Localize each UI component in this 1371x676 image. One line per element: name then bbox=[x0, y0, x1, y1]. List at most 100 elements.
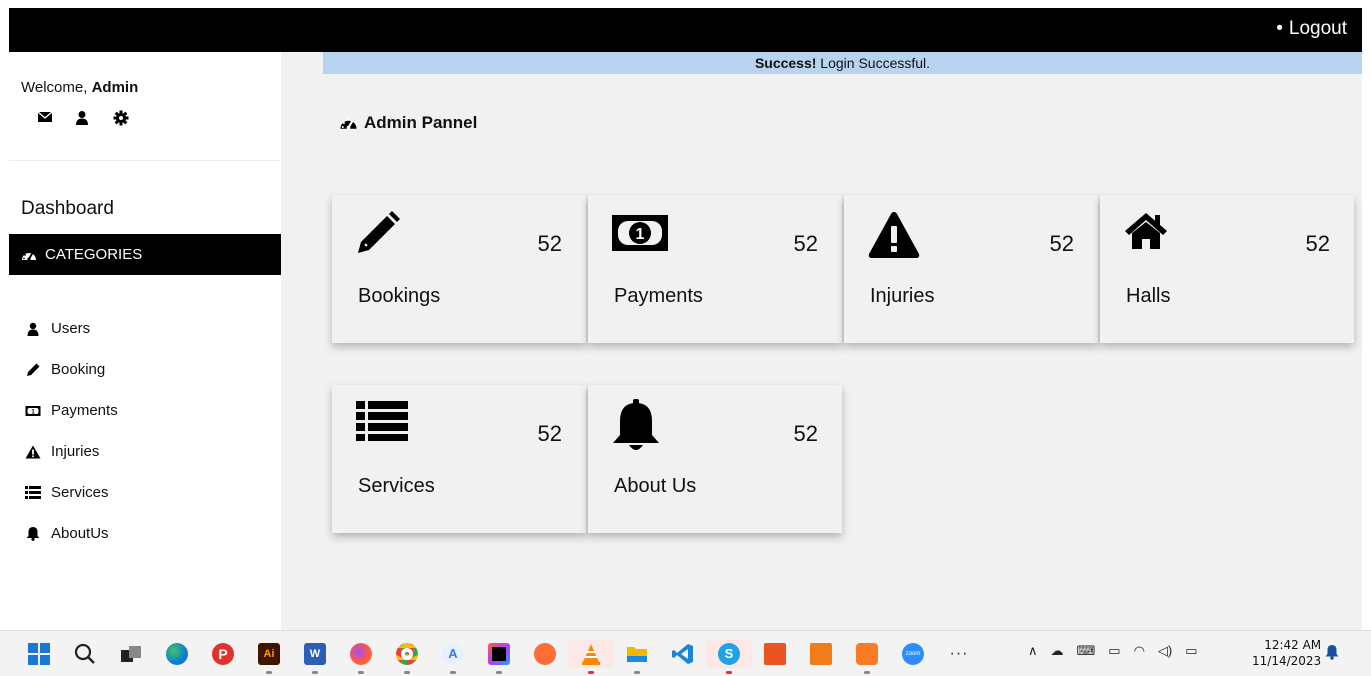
card-count: 52 bbox=[793, 421, 818, 446]
running-indicator bbox=[726, 671, 732, 674]
sidebar-item-payments[interactable]: 1 Payments bbox=[23, 390, 118, 431]
card-label: About Us bbox=[614, 475, 697, 497]
app-icon[interactable] bbox=[798, 640, 844, 668]
card-label: Payments bbox=[614, 285, 703, 307]
money-icon: 1 bbox=[612, 215, 672, 267]
bell-icon bbox=[23, 526, 43, 542]
sidebar-item-users[interactable]: Users bbox=[23, 308, 118, 349]
sidebar-item-label: AboutUs bbox=[51, 525, 109, 542]
envelope-icon[interactable] bbox=[37, 110, 75, 128]
windows-taskbar: P Ai W A S zoom ··· ∧ ☁ ⌨ ▭ ◠ ◁) ▭ 12:42… bbox=[0, 630, 1371, 676]
welcome-text: Welcome, Admin bbox=[21, 79, 138, 96]
clock[interactable]: 12:42 AM 11/14/2023 bbox=[1252, 637, 1321, 669]
keyboard-icon[interactable]: ⌨ bbox=[1077, 643, 1096, 659]
sidebar: Welcome, Admin Dashboard CATEGORIES User… bbox=[9, 52, 281, 630]
card-about-us[interactable]: 52 About Us bbox=[588, 385, 842, 533]
card-label: Services bbox=[358, 475, 435, 497]
running-indicator bbox=[312, 671, 318, 674]
edge-icon[interactable] bbox=[154, 640, 200, 668]
bell-icon bbox=[612, 399, 672, 451]
pencil-icon bbox=[23, 362, 43, 378]
card-count: 52 bbox=[1305, 231, 1330, 256]
system-tray: ∧ ☁ ⌨ ▭ ◠ ◁) ▭ bbox=[1028, 643, 1211, 659]
sidebar-item-services[interactable]: Services bbox=[23, 472, 118, 513]
home-icon bbox=[1124, 211, 1184, 263]
money-icon: 1 bbox=[23, 403, 43, 419]
tablet-icon[interactable]: ▭ bbox=[1108, 643, 1120, 659]
gear-icon[interactable] bbox=[113, 110, 151, 128]
card-count: 52 bbox=[1049, 231, 1074, 256]
card-bookings[interactable]: 52 Bookings bbox=[332, 195, 586, 343]
file-explorer-icon[interactable] bbox=[614, 640, 660, 674]
running-indicator bbox=[266, 671, 272, 674]
running-indicator bbox=[496, 671, 502, 674]
battery-icon[interactable]: ▭ bbox=[1185, 643, 1197, 659]
skype-icon[interactable]: S bbox=[706, 640, 752, 674]
page-title-text: Admin Pannel bbox=[364, 113, 478, 132]
chrome-icon[interactable] bbox=[384, 640, 430, 674]
running-indicator bbox=[358, 671, 364, 674]
alert-strong: Success! bbox=[754, 55, 817, 71]
illustrator-icon[interactable]: Ai bbox=[246, 640, 292, 674]
logout-label: Logout bbox=[1288, 18, 1347, 39]
vlc-icon[interactable] bbox=[568, 640, 614, 674]
search-icon[interactable] bbox=[62, 640, 108, 668]
vscode-icon[interactable] bbox=[660, 640, 706, 668]
pencil-icon bbox=[356, 211, 416, 263]
success-alert: Success! Login Successful. bbox=[323, 52, 1362, 74]
sidebar-item-booking[interactable]: Booking bbox=[23, 349, 118, 390]
list-icon bbox=[356, 401, 416, 453]
card-injuries[interactable]: 52 Injuries bbox=[844, 195, 1098, 343]
warning-icon bbox=[868, 211, 928, 263]
sidebar-item-label: Services bbox=[51, 484, 109, 501]
card-payments[interactable]: 1 52 Payments bbox=[588, 195, 842, 343]
welcome-icons bbox=[37, 110, 151, 128]
ubuntu-icon[interactable] bbox=[752, 640, 798, 668]
warning-icon bbox=[23, 444, 43, 460]
intellij-icon[interactable] bbox=[476, 640, 522, 674]
cloud-icon[interactable]: ☁ bbox=[1051, 643, 1064, 659]
categories-header[interactable]: CATEGORIES bbox=[9, 234, 281, 275]
postman-icon[interactable] bbox=[522, 640, 568, 668]
list-icon bbox=[23, 485, 43, 501]
welcome-user: Admin bbox=[91, 79, 139, 96]
user-icon[interactable] bbox=[75, 110, 113, 128]
start-icon[interactable] bbox=[16, 640, 62, 668]
zoom-icon[interactable]: zoom bbox=[890, 640, 936, 668]
pdf-icon[interactable]: P bbox=[200, 640, 246, 668]
logout-link[interactable]: • Logout bbox=[1276, 18, 1347, 40]
card-label: Halls bbox=[1126, 285, 1171, 307]
sidebar-item-label: Injuries bbox=[51, 443, 100, 460]
task-view-icon[interactable] bbox=[108, 640, 154, 668]
dashboard-label: Dashboard bbox=[21, 198, 114, 219]
categories-label: CATEGORIES bbox=[45, 246, 143, 263]
sidebar-item-aboutus[interactable]: AboutUs bbox=[23, 513, 118, 554]
running-indicator bbox=[634, 671, 640, 674]
page-title: Admin Pannel bbox=[339, 113, 477, 133]
bullet: • bbox=[1276, 18, 1283, 39]
android-studio-icon[interactable]: A bbox=[430, 640, 476, 674]
card-services[interactable]: 52 Services bbox=[332, 385, 586, 533]
top-navbar: • Logout bbox=[9, 8, 1362, 52]
card-label: Injuries bbox=[870, 285, 935, 307]
svg-text:1: 1 bbox=[636, 226, 645, 243]
chevron-up-icon[interactable]: ∧ bbox=[1028, 643, 1038, 659]
clock-date: 11/14/2023 bbox=[1252, 654, 1322, 668]
more-icon[interactable]: ··· bbox=[936, 640, 982, 668]
volume-icon[interactable]: ◁) bbox=[1158, 643, 1172, 659]
word-icon[interactable]: W bbox=[292, 640, 338, 674]
sidebar-nav: Users Booking 1 Payments Injuries Servic… bbox=[23, 308, 118, 554]
main-content: Success! Login Successful. Admin Pannel … bbox=[281, 52, 1362, 630]
taskbar-apps: P Ai W A S zoom ··· bbox=[16, 640, 982, 674]
welcome-prefix: Welcome, bbox=[21, 79, 92, 96]
running-indicator bbox=[588, 671, 594, 674]
sidebar-divider bbox=[9, 160, 281, 161]
notification-bell-icon[interactable] bbox=[1325, 644, 1339, 665]
wifi-icon[interactable]: ◠ bbox=[1134, 643, 1145, 659]
sidebar-item-injuries[interactable]: Injuries bbox=[23, 431, 118, 472]
sidebar-item-label: Users bbox=[51, 320, 91, 337]
card-halls[interactable]: 52 Halls bbox=[1100, 195, 1354, 343]
card-label: Bookings bbox=[358, 285, 441, 307]
xampp-icon[interactable] bbox=[844, 640, 890, 674]
firefox-icon[interactable] bbox=[338, 640, 384, 674]
